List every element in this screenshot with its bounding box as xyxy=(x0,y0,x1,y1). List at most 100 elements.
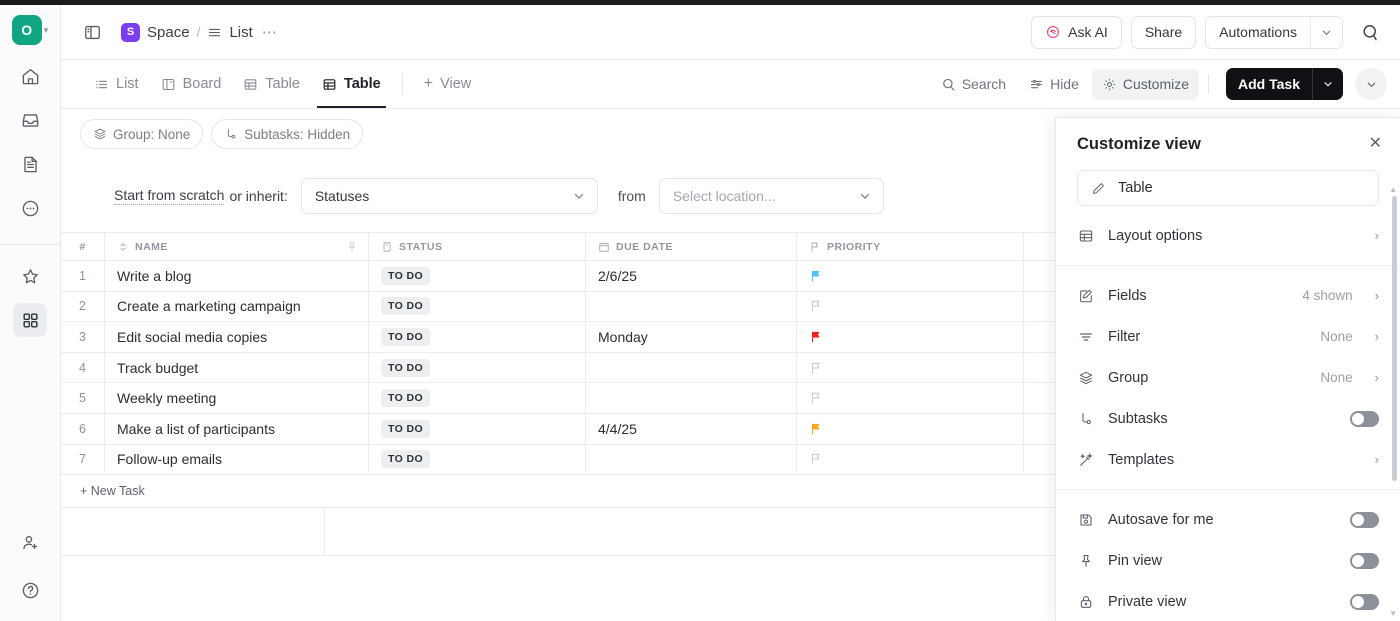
row-due-date[interactable] xyxy=(586,444,797,475)
row-due-date[interactable]: Monday xyxy=(586,321,797,353)
pin-view-toggle[interactable] xyxy=(1350,552,1379,569)
row-priority-cell[interactable] xyxy=(797,291,1024,322)
row-name[interactable]: Make a list of participants xyxy=(105,413,369,445)
status-badge[interactable]: TO DO xyxy=(381,358,431,377)
row-status-cell[interactable]: TO DO xyxy=(369,260,586,292)
customize-button[interactable]: Customize xyxy=(1091,68,1200,100)
statuses-select[interactable]: Statuses xyxy=(300,177,598,214)
private-view-toggle[interactable] xyxy=(1350,593,1379,610)
flag-icon[interactable] xyxy=(809,361,823,375)
pin-icon[interactable] xyxy=(346,241,358,253)
column-header-due-date[interactable]: DUE DATE xyxy=(586,233,797,261)
panel-item-autosave[interactable]: Autosave for me xyxy=(1056,499,1400,540)
scroll-up-icon[interactable]: ▲ xyxy=(1389,186,1397,194)
row-name[interactable]: Write a blog xyxy=(105,260,369,292)
row-name[interactable]: Follow-up emails xyxy=(105,444,369,475)
add-view-button[interactable]: + View xyxy=(413,60,483,108)
row-priority-cell[interactable] xyxy=(797,260,1024,292)
panel-item-templates[interactable]: Templates › xyxy=(1056,439,1400,480)
workspace-avatar[interactable]: O xyxy=(11,15,42,45)
hide-button[interactable]: Hide xyxy=(1019,69,1089,100)
panel-item-fields[interactable]: Fields 4 shown › xyxy=(1056,275,1400,316)
workspace-caret-icon[interactable]: ▾ xyxy=(44,25,49,35)
rail-item-home[interactable] xyxy=(13,59,47,93)
row-priority-cell[interactable] xyxy=(797,352,1024,383)
add-task-button[interactable]: Add Task xyxy=(1226,68,1312,100)
panel-scrollbar[interactable] xyxy=(1392,196,1397,481)
row-status-cell[interactable]: TO DO xyxy=(369,413,586,445)
row-due-date[interactable]: 4/4/25 xyxy=(586,413,797,445)
row-status-cell[interactable]: TO DO xyxy=(369,352,586,383)
subtasks-toggle[interactable] xyxy=(1350,410,1379,427)
tab-table-1[interactable]: Table xyxy=(232,60,311,108)
space-badge[interactable]: S xyxy=(121,22,140,42)
column-header-index[interactable]: # xyxy=(61,233,105,261)
flag-icon[interactable] xyxy=(809,422,823,436)
breadcrumb-list[interactable]: List xyxy=(229,24,252,41)
workspace-switcher[interactable]: O ▾ xyxy=(11,15,49,45)
rail-item-inbox[interactable] xyxy=(13,103,47,137)
panel-item-filter[interactable]: Filter None › xyxy=(1056,316,1400,357)
rail-item-docs[interactable] xyxy=(13,147,47,181)
panel-item-pin-view[interactable]: Pin view xyxy=(1056,540,1400,581)
location-select[interactable]: Select location... xyxy=(658,177,884,214)
row-priority-cell[interactable] xyxy=(797,444,1024,475)
status-badge[interactable]: TO DO xyxy=(381,297,431,316)
breadcrumb-space[interactable]: Space xyxy=(147,24,190,41)
row-name[interactable]: Edit social media copies xyxy=(105,321,369,353)
automations-caret-icon[interactable] xyxy=(1310,16,1342,48)
tab-list[interactable]: List xyxy=(83,60,150,108)
status-badge[interactable]: TO DO xyxy=(381,419,431,438)
tab-table-2[interactable]: Table xyxy=(311,60,392,108)
row-due-date[interactable] xyxy=(586,382,797,414)
rail-item-apps[interactable] xyxy=(13,303,47,337)
column-header-status[interactable]: STATUS xyxy=(369,233,586,261)
rail-item-invite[interactable] xyxy=(13,525,47,559)
panel-item-layout-options[interactable]: Layout options › xyxy=(1056,215,1400,256)
row-priority-cell[interactable] xyxy=(797,382,1024,414)
sidebar-toggle-icon[interactable] xyxy=(77,17,107,47)
panel-item-private-view[interactable]: Private view xyxy=(1056,581,1400,621)
tab-board[interactable]: Board xyxy=(150,60,233,108)
row-status-cell[interactable]: TO DO xyxy=(369,382,586,414)
flag-icon[interactable] xyxy=(809,391,823,405)
row-due-date[interactable]: 2/6/25 xyxy=(586,260,797,292)
status-badge[interactable]: TO DO xyxy=(381,327,431,346)
add-task-caret-icon[interactable] xyxy=(1312,68,1343,100)
row-name[interactable]: Track budget xyxy=(105,352,369,383)
view-name-input[interactable]: Table xyxy=(1077,170,1379,206)
row-priority-cell[interactable] xyxy=(797,321,1024,353)
chip-subtasks[interactable]: Subtasks: Hidden xyxy=(211,119,364,149)
close-icon[interactable]: ✕ xyxy=(1369,136,1382,152)
rail-item-favorites[interactable] xyxy=(13,259,47,293)
flag-icon[interactable] xyxy=(809,299,823,313)
search-button[interactable]: Search xyxy=(931,69,1016,100)
start-from-scratch-link[interactable]: Start from scratch xyxy=(114,187,225,205)
flag-icon[interactable] xyxy=(809,330,823,344)
column-header-name[interactable]: NAME xyxy=(105,233,369,261)
row-priority-cell[interactable] xyxy=(797,413,1024,445)
row-name[interactable]: Create a marketing campaign xyxy=(105,291,369,322)
row-due-date[interactable] xyxy=(586,352,797,383)
automations-button[interactable]: Automations xyxy=(1206,16,1310,48)
flag-icon[interactable] xyxy=(809,452,823,466)
row-status-cell[interactable]: TO DO xyxy=(369,321,586,353)
rail-item-more[interactable] xyxy=(13,191,47,225)
share-button[interactable]: Share xyxy=(1130,15,1197,49)
status-badge[interactable]: TO DO xyxy=(381,450,431,469)
row-status-cell[interactable]: TO DO xyxy=(369,444,586,475)
row-status-cell[interactable]: TO DO xyxy=(369,291,586,322)
scroll-down-icon[interactable]: ▼ xyxy=(1389,610,1397,618)
ask-ai-button[interactable]: Ask AI xyxy=(1031,15,1122,49)
panel-item-group[interactable]: Group None › xyxy=(1056,357,1400,398)
breadcrumb-overflow-icon[interactable]: ⋯ xyxy=(262,23,278,41)
chip-group[interactable]: Group: None xyxy=(80,119,204,149)
global-search-icon[interactable] xyxy=(1354,16,1386,48)
panel-item-subtasks[interactable]: Subtasks xyxy=(1056,398,1400,439)
autosave-toggle[interactable] xyxy=(1350,511,1379,528)
column-header-priority[interactable]: PRIORITY xyxy=(797,233,1024,261)
rail-item-help[interactable] xyxy=(13,573,47,607)
status-badge[interactable]: TO DO xyxy=(381,266,431,285)
view-more-caret-icon[interactable] xyxy=(1355,68,1387,100)
flag-icon[interactable] xyxy=(809,269,823,283)
